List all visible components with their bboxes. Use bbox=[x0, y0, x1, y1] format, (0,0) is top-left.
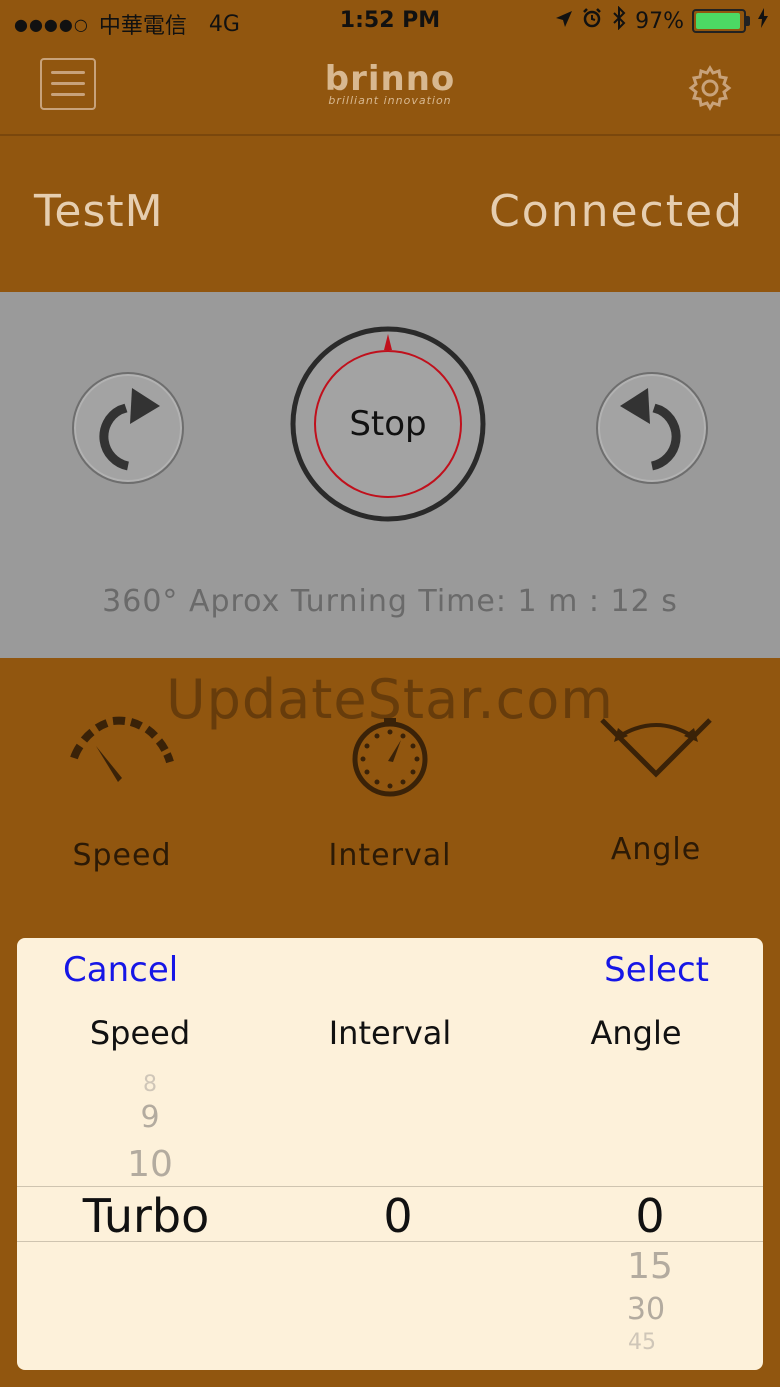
interval-selected-value[interactable]: 0 bbox=[275, 1189, 521, 1243]
nav-bar: brinno brilliant innovation bbox=[0, 44, 780, 136]
speed-option[interactable]: 10 bbox=[27, 1144, 273, 1185]
speed-selected-value[interactable]: Turbo bbox=[23, 1189, 269, 1243]
rotate-clockwise-icon bbox=[99, 388, 160, 471]
speed-label: Speed bbox=[72, 838, 172, 873]
device-name: TestM bbox=[34, 186, 164, 237]
angle-icon bbox=[600, 718, 712, 778]
location-arrow-icon bbox=[555, 9, 573, 34]
battery-icon bbox=[692, 9, 750, 33]
status-right: 97% bbox=[555, 5, 768, 36]
control-panel: Stop 360° Aprox Turning Time: 1 m : 12 s bbox=[0, 292, 780, 658]
angle-option[interactable]: 15 bbox=[527, 1246, 763, 1287]
rotate-counterclockwise-icon bbox=[620, 388, 681, 471]
status-bar: ●●●●○ 中華電信 4G 1:52 PM 97% bbox=[0, 0, 780, 44]
settings-row: UpdateStar.com Speed Interval Angle bbox=[0, 658, 780, 938]
cancel-button[interactable]: Cancel bbox=[63, 950, 178, 990]
brand-logo: brinno brilliant innovation bbox=[0, 62, 780, 107]
interval-label: Interval bbox=[328, 838, 452, 873]
device-row: TestM Connected bbox=[0, 136, 780, 292]
angle-setting[interactable]: Angle bbox=[546, 716, 766, 867]
charging-icon bbox=[758, 8, 768, 34]
selection-line-top bbox=[17, 1186, 763, 1187]
picker-header-interval: Interval bbox=[328, 1014, 452, 1052]
angle-label: Angle bbox=[610, 832, 702, 867]
stop-button-label[interactable]: Stop bbox=[290, 326, 486, 522]
angle-option[interactable]: 30 bbox=[523, 1292, 763, 1327]
angle-selected-value[interactable]: 0 bbox=[527, 1189, 763, 1243]
rotate-clockwise-button[interactable] bbox=[72, 372, 184, 484]
alarm-icon bbox=[581, 7, 603, 35]
stopwatch-icon bbox=[352, 718, 428, 797]
logo-wordmark: brinno bbox=[324, 59, 456, 99]
gear-icon[interactable] bbox=[686, 64, 734, 112]
picker-header-angle: Angle bbox=[590, 1014, 682, 1052]
turning-time-text: 360° Aprox Turning Time: 1 m : 12 s bbox=[102, 584, 678, 619]
picker-sheet: Cancel Select Speed Interval Angle 8 9 1… bbox=[17, 938, 763, 1370]
bluetooth-icon bbox=[611, 5, 627, 36]
speedometer-icon bbox=[70, 716, 174, 782]
select-button[interactable]: Select bbox=[604, 950, 709, 990]
speed-option[interactable]: 8 bbox=[27, 1072, 273, 1097]
angle-option[interactable]: 45 bbox=[519, 1330, 763, 1355]
speed-option[interactable]: 9 bbox=[27, 1100, 273, 1135]
logo-tagline: brilliant innovation bbox=[328, 94, 452, 107]
interval-setting[interactable]: Interval bbox=[280, 716, 500, 873]
connection-status: Connected bbox=[489, 186, 744, 237]
battery-percent: 97% bbox=[635, 8, 684, 34]
speed-setting[interactable]: Speed bbox=[12, 716, 232, 873]
picker-header-speed: Speed bbox=[89, 1014, 191, 1052]
rotate-counterclockwise-button[interactable] bbox=[596, 372, 708, 484]
